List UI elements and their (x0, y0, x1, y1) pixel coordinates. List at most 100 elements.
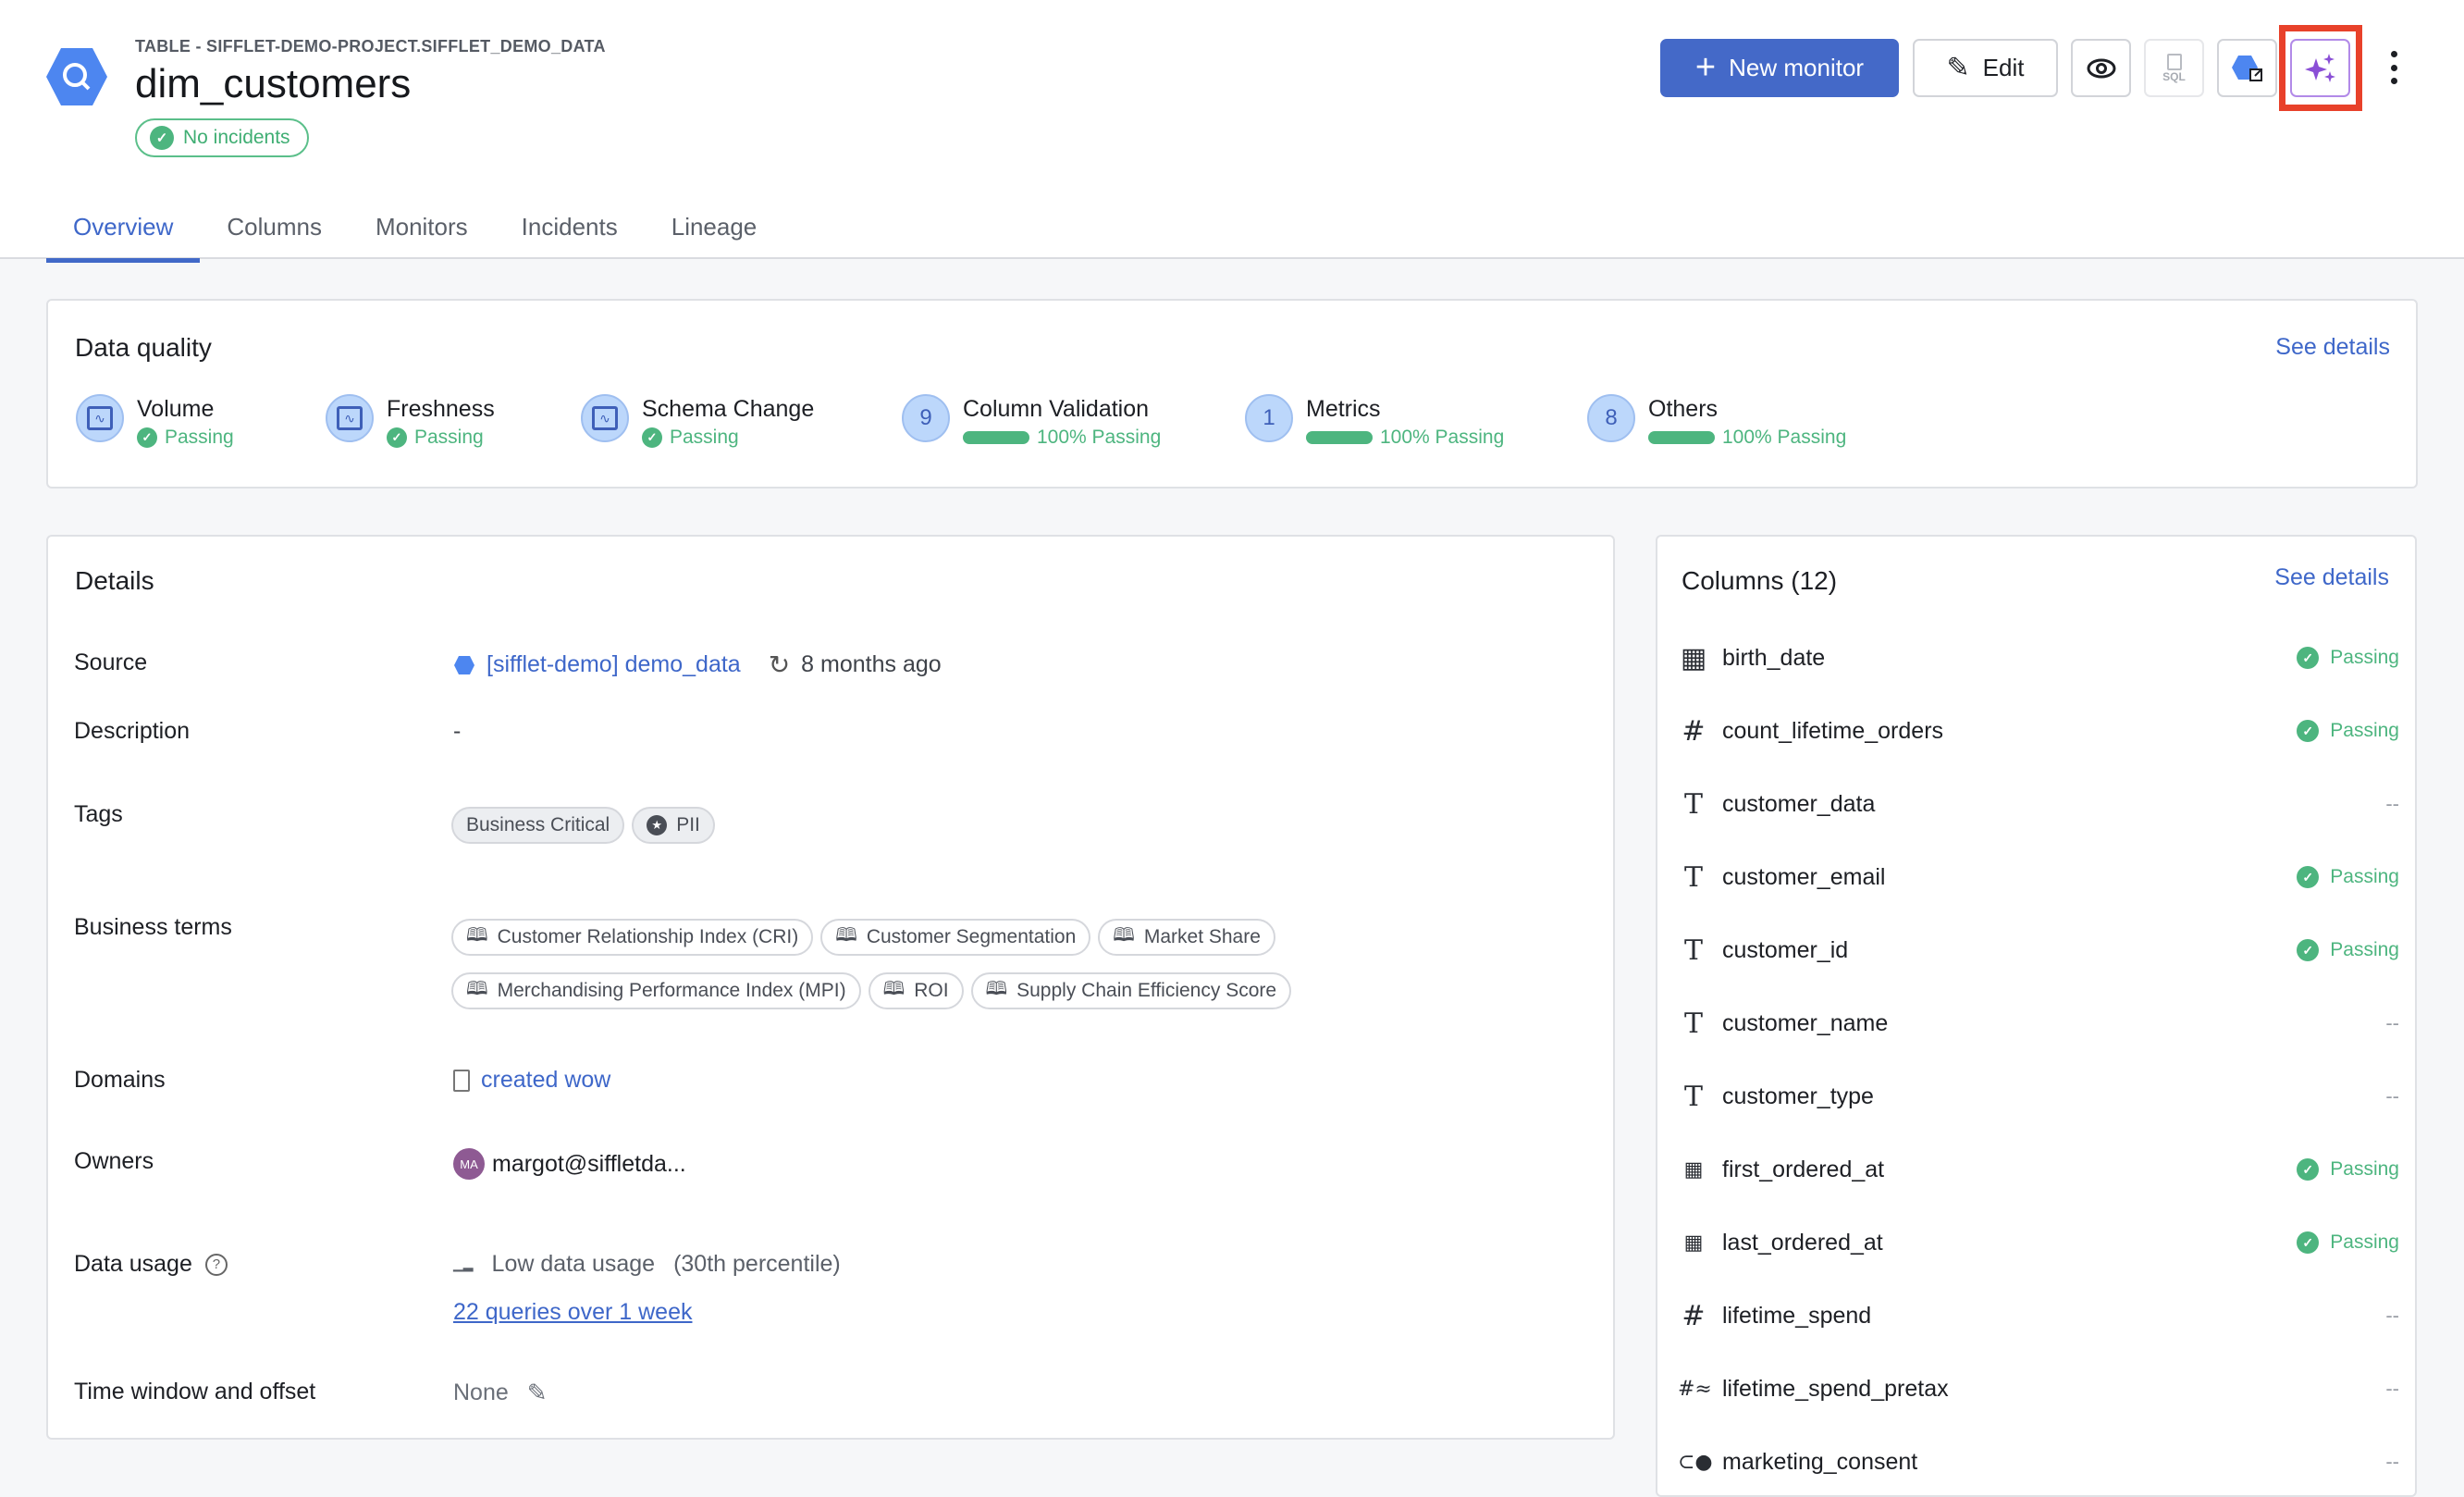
toggle-icon: ⊂● (1678, 1450, 1713, 1474)
progress-bar (1648, 431, 1715, 444)
book-icon: 🕮 (1113, 925, 1135, 946)
new-monitor-button[interactable]: + New monitor (1660, 39, 1899, 97)
status-badge: ✓ No incidents (135, 118, 309, 157)
usage-percentile: (30th percentile) (673, 1251, 841, 1277)
owner-name[interactable]: margot@siffletda... (492, 1151, 686, 1178)
monitor-count-badge: 8 (1605, 405, 1618, 430)
details-title: Details (75, 566, 154, 595)
time-window-label: Time window and offset (74, 1379, 316, 1404)
column-list-item[interactable]: Tcustomer_id ✓ Passing (1678, 932, 2399, 969)
check-circle-icon: ✓ (2297, 866, 2320, 888)
book-icon: 🕮 (985, 979, 1008, 999)
check-circle-icon: ✓ (2297, 939, 2320, 961)
bigquery-logo-icon (46, 48, 107, 105)
tag-chip[interactable]: Business Critical (451, 807, 625, 844)
ai-assistant-button[interactable] (2290, 39, 2350, 97)
check-circle-icon: ✓ (2297, 1231, 2320, 1254)
business-term-chip[interactable]: 🕮 Market Share (1098, 919, 1275, 956)
column-list-item[interactable]: Tcustomer_email ✓ Passing (1678, 859, 2399, 896)
description-value: - (453, 718, 462, 744)
book-icon: 🕮 (466, 925, 488, 946)
book-icon: 🕮 (466, 979, 488, 999)
business-term-chip[interactable]: 🕮 Customer Segmentation (820, 919, 1091, 956)
column-list-item[interactable]: ⊂● marketing_consent -- (1678, 1443, 2399, 1480)
check-circle-icon: ✓ (387, 427, 407, 448)
column-list-item[interactable]: # lifetime_spend -- (1678, 1297, 2399, 1334)
tab-bar: Overview Columns Monitors Incidents Line… (46, 205, 783, 263)
help-icon[interactable]: ? (204, 1253, 228, 1276)
check-circle-icon: ✓ (642, 427, 662, 448)
source-label: Source (74, 650, 148, 675)
queries-link[interactable]: 22 queries over 1 week (453, 1299, 692, 1326)
sql-button[interactable]: SQL (2144, 39, 2204, 97)
domain-link[interactable]: created wow (481, 1067, 610, 1094)
sparkles-icon (2304, 53, 2335, 82)
check-circle-icon: ✓ (150, 126, 174, 150)
pencil-icon[interactable]: ✎ (527, 1379, 548, 1407)
business-term-chip[interactable]: 🕮 Merchandising Performance Index (MPI) (451, 972, 861, 1009)
breadcrumb: TABLE - SIFFLET-DEMO-PROJECT.SIFFLET_DEM… (135, 37, 606, 56)
hash-icon: # (1682, 714, 1706, 748)
open-in-bigquery-button[interactable] (2217, 39, 2277, 97)
column-list-item[interactable]: ▦ birth_date ✓ Passing (1678, 639, 2399, 676)
data-quality-item[interactable]: 9 Column Validation 100% Passing (902, 394, 1161, 449)
owners-label: Owners (74, 1148, 154, 1174)
data-quality-item[interactable]: 8 Others 100% Passing (1587, 394, 1846, 449)
column-list-item[interactable]: Tcustomer_data -- (1678, 786, 2399, 823)
business-term-chip[interactable]: 🕮 Customer Relationship Index (CRI) (451, 919, 814, 956)
calendar-icon: ▦ (1680, 641, 1707, 674)
tab-columns[interactable]: Columns (200, 205, 349, 263)
more-options-icon[interactable] (2384, 51, 2403, 84)
text-type-icon: T (1683, 860, 1703, 894)
text-type-icon: T (1683, 1080, 1703, 1113)
column-list-item[interactable]: Tcustomer_type -- (1678, 1078, 2399, 1115)
monitor-type-icon: 8 (1587, 394, 1635, 442)
column-list-item[interactable]: ▦ last_ordered_at ✓ Passing (1678, 1224, 2399, 1261)
data-quality-item[interactable]: 1 Metrics 100% Passing (1245, 394, 1504, 449)
tags-label: Tags (74, 801, 123, 827)
watch-button[interactable] (2071, 39, 2131, 97)
edit-button[interactable]: ✎ Edit (1913, 39, 2058, 97)
data-quality-title: Data quality (75, 333, 212, 362)
usage-bars-icon: ▁▂ (453, 1256, 474, 1271)
tab-overview[interactable]: Overview (46, 205, 201, 263)
column-list-item[interactable]: Tcustomer_name -- (1678, 1005, 2399, 1042)
domains-label: Domains (74, 1067, 166, 1093)
page-title: dim_customers (135, 61, 412, 106)
usage-level: Low data usage (491, 1251, 656, 1277)
activity-chart-icon: ∿ (592, 406, 618, 430)
data-quality-item[interactable]: ∿ Freshness ✓ Passing (326, 394, 495, 449)
tab-monitors[interactable]: Monitors (349, 205, 495, 263)
refresh-icon: ↻ (768, 650, 791, 679)
columns-see-details-link[interactable]: See details (2274, 564, 2389, 591)
monitor-type-icon: 1 (1245, 394, 1293, 442)
progress-bar (963, 431, 1029, 444)
column-list-item[interactable]: ▦ first_ordered_at ✓ Passing (1678, 1151, 2399, 1188)
check-circle-icon: ✓ (2297, 647, 2320, 669)
avatar: MA (453, 1148, 485, 1180)
text-type-icon: T (1683, 1007, 1703, 1040)
description-label: Description (74, 718, 191, 744)
book-icon: 🕮 (882, 979, 906, 999)
eye-icon (2087, 58, 2115, 78)
book-icon: 🕮 (835, 925, 857, 946)
business-term-chip[interactable]: 🕮 ROI (868, 972, 964, 1009)
data-quality-item[interactable]: ∿ Volume ✓ Passing (76, 394, 234, 449)
activity-chart-icon: ∿ (87, 406, 113, 430)
building-icon (453, 1069, 470, 1092)
source-link[interactable]: [sifflet-demo] demo_data (487, 651, 741, 678)
column-list-item[interactable]: #≈ lifetime_spend_pretax -- (1678, 1370, 2399, 1407)
star-badge-icon: ★ (647, 815, 668, 835)
plus-icon: + (1694, 48, 1717, 87)
tab-lineage[interactable]: Lineage (645, 205, 784, 263)
column-list-item[interactable]: # count_lifetime_orders ✓ Passing (1678, 712, 2399, 749)
tab-incidents[interactable]: Incidents (495, 205, 645, 263)
data-quality-item[interactable]: ∿ Schema Change ✓ Passing (581, 394, 814, 449)
business-term-chip[interactable]: 🕮 Supply Chain Efficiency Score (970, 972, 1292, 1009)
pencil-icon: ✎ (1946, 53, 1970, 83)
time-window-value: None (453, 1379, 509, 1405)
tag-chip[interactable]: ★ PII (632, 807, 715, 844)
page-header: TABLE - SIFFLET-DEMO-PROJECT.SIFFLET_DEM… (0, 0, 2464, 263)
data-quality-see-details-link[interactable]: See details (2275, 334, 2390, 361)
columns-title: Columns (12) (1682, 566, 1838, 595)
